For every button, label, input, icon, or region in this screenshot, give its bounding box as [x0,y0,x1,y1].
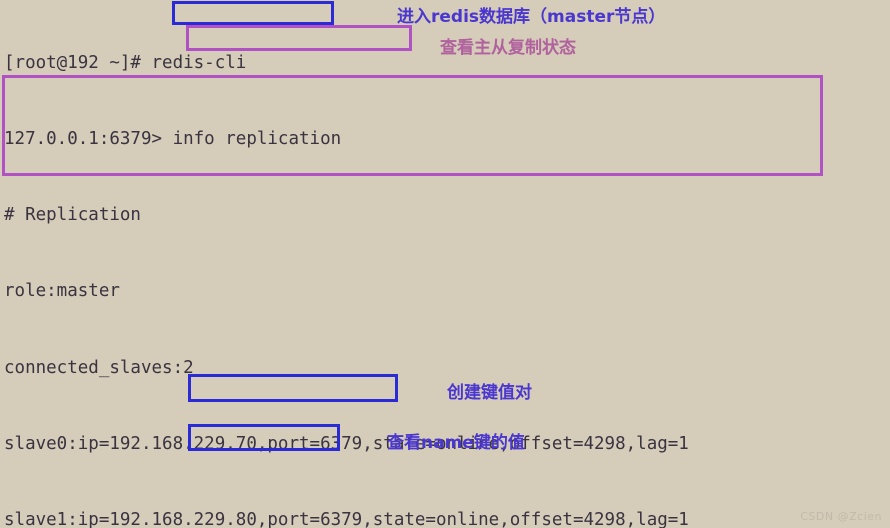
terminal-line: role:master [4,281,120,302]
terminal-line: # Replication [4,205,141,226]
terminal-line: slave1:ip=192.168.229.80,port=6379,state… [4,510,689,528]
annotation-view-replication-status: 查看主从复制状态 [440,38,576,58]
annotation-view-name-key: 查看name键的值 [387,433,525,453]
watermark: CSDN @Zcien [800,510,882,523]
terminal-screenshot: [root@192 ~]# redis-cli 127.0.0.1:6379> … [0,0,890,528]
annotation-create-key-value: 创建键值对 [447,383,532,403]
terminal-line: 127.0.0.1:6379> info replication [4,129,342,150]
annotation-enter-redis: 进入redis数据库（master节点） [397,7,666,27]
